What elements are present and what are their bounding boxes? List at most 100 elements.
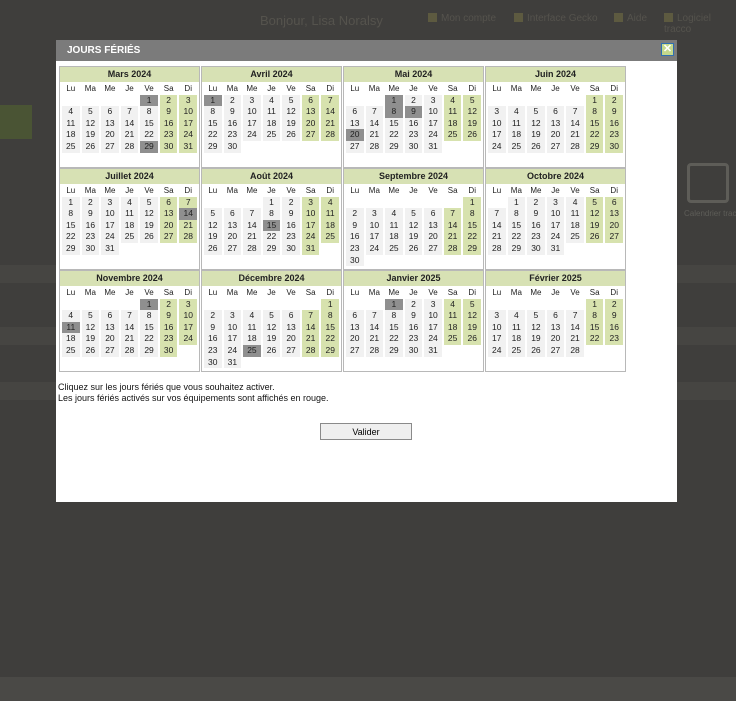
day-cell[interactable]: 8	[62, 208, 80, 220]
day-cell[interactable]: 23	[159, 333, 178, 345]
day-cell[interactable]: 18	[243, 333, 261, 345]
day-cell[interactable]: 18	[120, 219, 139, 232]
day-cell[interactable]: 29	[204, 140, 222, 153]
day-cell[interactable]: 12	[282, 106, 300, 118]
holiday-day-cell[interactable]: 25	[243, 344, 261, 357]
day-cell[interactable]: 19	[262, 333, 281, 345]
valider-button[interactable]: Valider	[320, 423, 412, 440]
day-cell[interactable]: 28	[120, 344, 139, 357]
day-cell[interactable]: 16	[404, 321, 423, 334]
day-cell[interactable]: 4	[62, 310, 80, 322]
day-cell[interactable]: 27	[101, 140, 119, 153]
day-cell[interactable]: 2	[159, 298, 178, 311]
day-cell[interactable]: 21	[365, 333, 384, 345]
day-cell[interactable]: 20	[101, 129, 119, 141]
day-cell[interactable]: 12	[262, 321, 281, 334]
day-cell[interactable]: 10	[488, 117, 506, 130]
day-cell[interactable]: 2	[404, 298, 423, 311]
day-cell[interactable]: 13	[223, 219, 242, 232]
day-cell[interactable]: 12	[81, 117, 100, 130]
day-cell[interactable]: 29	[507, 242, 526, 255]
holiday-day-cell[interactable]: 8	[385, 106, 403, 118]
day-cell[interactable]: 25	[443, 129, 462, 141]
day-cell[interactable]: 6	[159, 196, 178, 209]
day-cell[interactable]: 12	[527, 117, 545, 130]
day-cell[interactable]: 14	[443, 219, 462, 232]
day-cell[interactable]: 8	[140, 106, 158, 118]
day-cell[interactable]: 12	[463, 106, 481, 118]
day-cell[interactable]: 10	[223, 321, 242, 334]
day-cell[interactable]: 9	[282, 208, 300, 220]
day-cell[interactable]: 1	[585, 298, 604, 311]
day-cell[interactable]: 5	[527, 310, 545, 322]
day-cell[interactable]: 24	[179, 129, 197, 141]
day-cell[interactable]: 10	[101, 208, 119, 220]
day-cell[interactable]: 8	[507, 208, 526, 220]
day-cell[interactable]: 14	[566, 321, 584, 334]
day-cell[interactable]: 19	[404, 231, 423, 243]
day-cell[interactable]: 11	[507, 321, 526, 334]
day-cell[interactable]: 17	[488, 129, 506, 141]
day-cell[interactable]: 24	[179, 333, 197, 345]
holiday-day-cell[interactable]: 1	[140, 298, 158, 311]
day-cell[interactable]: 20	[346, 333, 364, 345]
day-cell[interactable]: 17	[179, 117, 197, 130]
day-cell[interactable]: 11	[385, 219, 403, 232]
day-cell[interactable]: 16	[605, 321, 623, 334]
day-cell[interactable]: 16	[605, 117, 623, 130]
day-cell[interactable]: 9	[159, 310, 178, 322]
day-cell[interactable]: 30	[527, 242, 545, 255]
day-cell[interactable]: 4	[243, 310, 261, 322]
day-cell[interactable]: 20	[282, 333, 300, 345]
day-cell[interactable]: 26	[463, 129, 481, 141]
day-cell[interactable]: 1	[62, 196, 80, 209]
day-cell[interactable]: 19	[527, 333, 545, 345]
day-cell[interactable]: 4	[62, 106, 80, 118]
day-cell[interactable]: 12	[140, 208, 158, 220]
day-cell[interactable]: 25	[62, 140, 80, 153]
day-cell[interactable]: 31	[223, 356, 242, 369]
day-cell[interactable]: 25	[321, 231, 339, 243]
day-cell[interactable]: 10	[179, 106, 197, 118]
day-cell[interactable]: 3	[101, 196, 119, 209]
day-cell[interactable]: 9	[81, 208, 100, 220]
day-cell[interactable]: 30	[404, 140, 423, 153]
day-cell[interactable]: 4	[321, 196, 339, 209]
day-cell[interactable]: 28	[120, 140, 139, 153]
day-cell[interactable]: 17	[243, 117, 261, 130]
day-cell[interactable]: 30	[81, 242, 100, 255]
day-cell[interactable]: 7	[243, 208, 261, 220]
day-cell[interactable]: 9	[223, 106, 242, 118]
day-cell[interactable]: 30	[159, 140, 178, 153]
day-cell[interactable]: 13	[346, 117, 364, 130]
day-cell[interactable]: 19	[463, 117, 481, 130]
day-cell[interactable]: 3	[179, 94, 197, 107]
day-cell[interactable]: 7	[120, 106, 139, 118]
day-cell[interactable]: 8	[204, 106, 222, 118]
day-cell[interactable]: 8	[140, 310, 158, 322]
day-cell[interactable]: 17	[424, 117, 442, 130]
day-cell[interactable]: 12	[204, 219, 222, 232]
day-cell[interactable]: 27	[605, 231, 623, 243]
day-cell[interactable]: 19	[140, 219, 158, 232]
day-cell[interactable]: 18	[443, 117, 462, 130]
day-cell[interactable]: 7	[443, 208, 462, 220]
day-cell[interactable]: 2	[605, 298, 623, 311]
day-cell[interactable]: 23	[223, 129, 242, 141]
day-cell[interactable]: 21	[566, 129, 584, 141]
day-cell[interactable]: 12	[404, 219, 423, 232]
day-cell[interactable]: 26	[527, 344, 545, 357]
day-cell[interactable]: 13	[282, 321, 300, 334]
day-cell[interactable]: 21	[488, 231, 506, 243]
holiday-day-cell[interactable]: 14	[179, 208, 197, 220]
day-cell[interactable]: 12	[463, 310, 481, 322]
day-cell[interactable]: 8	[262, 208, 281, 220]
day-cell[interactable]: 3	[424, 298, 442, 311]
day-cell[interactable]: 27	[101, 344, 119, 357]
day-cell[interactable]: 24	[301, 231, 320, 243]
holiday-day-cell[interactable]: 29	[140, 140, 158, 153]
day-cell[interactable]: 25	[385, 242, 403, 255]
day-cell[interactable]: 14	[321, 106, 339, 118]
day-cell[interactable]: 27	[546, 344, 565, 357]
day-cell[interactable]: 6	[546, 106, 565, 118]
